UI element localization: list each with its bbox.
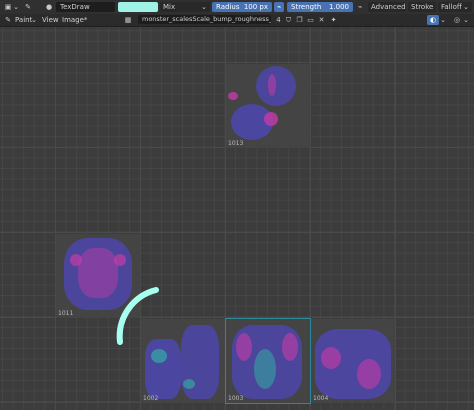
texture-island [254, 349, 276, 389]
blend-mode-label: Mix [163, 3, 176, 11]
image-browse-icon[interactable]: ▦ [123, 15, 133, 25]
texture-island [151, 349, 167, 363]
paint-mode-icon[interactable]: ✎ [3, 15, 13, 25]
texture-island [321, 347, 341, 369]
radius-value: 100 px [243, 3, 268, 11]
close-icon[interactable]: ✕ [317, 15, 326, 25]
chevron-down-icon[interactable]: ⌄ [440, 15, 446, 25]
texture-island [256, 66, 296, 106]
view-menu[interactable]: View [42, 15, 59, 25]
fake-user-shield-icon[interactable]: ⛉ [284, 15, 293, 25]
chevron-down-icon: ⌄ [463, 3, 469, 11]
chevron-down-icon[interactable]: ⌄ [13, 2, 19, 12]
display-channels-icon[interactable]: ◐ [427, 15, 439, 25]
texture-island [228, 92, 238, 100]
strength-slider[interactable]: Strength 1.000 [287, 2, 353, 12]
texture-island [70, 254, 82, 266]
editor-type-icon[interactable]: ▣ [3, 2, 13, 12]
texture-island [268, 74, 276, 96]
chevron-down-icon[interactable]: ⌄ [31, 15, 37, 25]
overlay-icon[interactable]: ◎ [452, 15, 462, 25]
stroke-label: Stroke [411, 3, 434, 11]
tile-label: 1002 [143, 395, 159, 402]
udim-tile-1003[interactable]: 1003 [225, 318, 311, 404]
blend-mode-select[interactable]: Mix ⌄ [160, 2, 210, 12]
falloff-menu[interactable]: Falloff ⌄ [438, 2, 472, 12]
user-count: 4 [276, 16, 281, 24]
image-editor-header: ✎ Paint ⌄ View Image* ▦ monster_scalesSc… [0, 14, 474, 27]
image-menu[interactable]: Image* [62, 15, 87, 25]
chevron-down-icon[interactable]: ⌄ [463, 15, 469, 25]
brush-icon[interactable]: ✎ [23, 2, 33, 12]
stroke-menu[interactable]: Stroke ⌄ [408, 2, 436, 21]
tile-label: 1003 [228, 395, 244, 402]
mode-menu[interactable]: Paint [15, 15, 32, 25]
texture-island [236, 333, 252, 361]
tool-settings-bar: ▣ ⌄ ✎ ● TexDraw Mix ⌄ Radius 100 px ⌁ St… [0, 0, 474, 21]
duplicate-icon[interactable]: ❐ [295, 15, 304, 25]
tile-label: 1011 [58, 310, 74, 317]
strength-value: 1.000 [328, 3, 349, 11]
radius-label: Radius [216, 3, 240, 11]
texture-island [282, 333, 298, 361]
folder-icon[interactable]: ▭ [306, 15, 315, 25]
tile-label: 1013 [228, 140, 244, 147]
radius-slider[interactable]: Radius 100 px [212, 2, 272, 12]
udim-tile-1004[interactable]: 1004 [311, 319, 395, 403]
falloff-label: Falloff [441, 3, 462, 11]
texture-island [357, 359, 381, 389]
image-name-field[interactable]: monster_scalesScale_bump_roughness_1002.… [138, 15, 271, 24]
chevron-down-icon: ⌄ [201, 3, 207, 11]
tile-label: 1004 [313, 395, 329, 402]
strength-label: Strength [291, 3, 322, 11]
image-viewport[interactable]: 1013 1011 1002 1003 1004 [0, 27, 474, 410]
texture-island [183, 379, 195, 389]
advanced-label: Advanced [371, 3, 406, 11]
brush-color-swatch[interactable] [118, 2, 158, 12]
brush-name-field[interactable]: TexDraw [56, 2, 115, 12]
brush-preview-icon[interactable]: ● [44, 2, 54, 12]
texture-island [264, 112, 278, 126]
radius-pressure-icon[interactable]: ⌁ [274, 2, 284, 12]
advanced-menu[interactable]: Advanced ⌄ [368, 2, 406, 21]
texture-island [145, 339, 181, 399]
brush-cursor-circle [116, 287, 159, 345]
strength-pressure-icon[interactable]: ⌁ [355, 2, 365, 12]
pin-icon[interactable]: ✦ [329, 15, 338, 25]
udim-tile-1013[interactable]: 1013 [226, 64, 310, 148]
